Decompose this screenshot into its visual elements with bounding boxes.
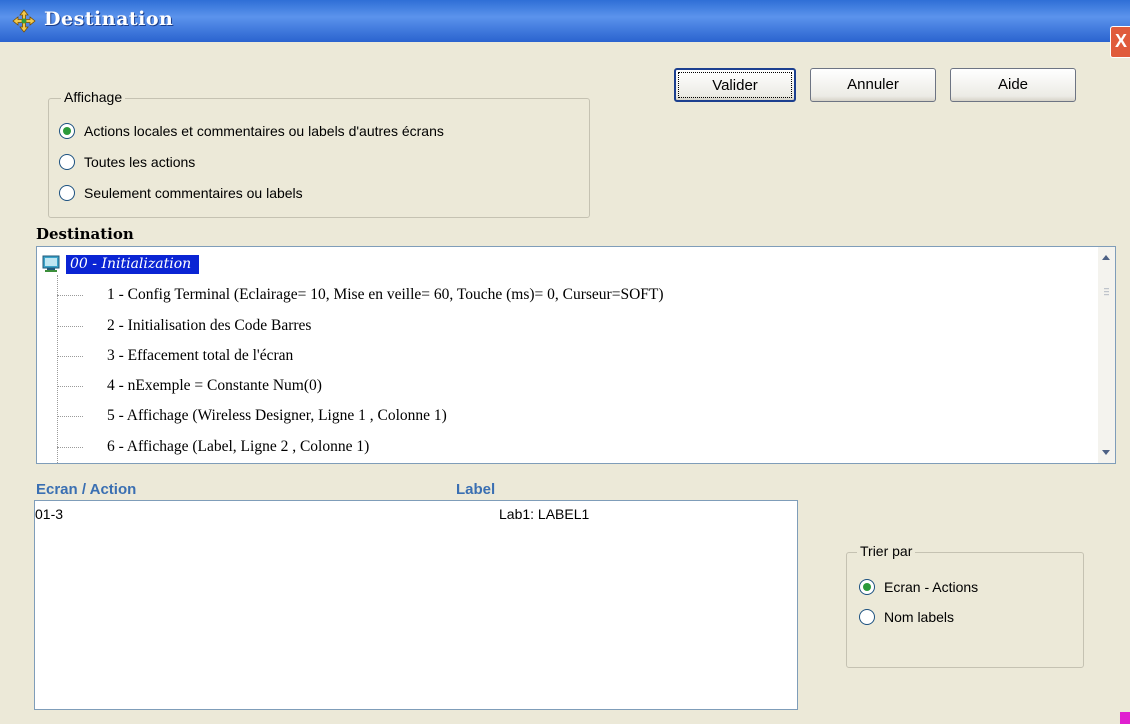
tree-item-label: 5 - Affichage (Wireless Designer, Ligne … bbox=[107, 407, 447, 424]
tree-item[interactable]: 3 - Effacement total de l'écran bbox=[57, 342, 293, 370]
scroll-up-icon[interactable] bbox=[1102, 255, 1110, 260]
tree-branch-line bbox=[57, 385, 83, 387]
tree-branch-line bbox=[57, 294, 83, 296]
scroll-thumb-grip-icon[interactable]: – – – bbox=[1102, 284, 1111, 299]
close-button[interactable]: X bbox=[1110, 26, 1130, 58]
radio-button[interactable] bbox=[859, 579, 875, 595]
tree-root-label[interactable]: 00 - Initialization bbox=[66, 254, 200, 274]
destination-section-title: Destination bbox=[36, 225, 134, 243]
tree-root-node[interactable]: 00 - Initialization bbox=[42, 252, 200, 276]
window-title: Destination bbox=[44, 8, 174, 30]
tree-item[interactable]: 2 - Initialisation des Code Barres bbox=[57, 312, 311, 340]
display-options-group: Affichage Actions locales et commentaire… bbox=[48, 89, 590, 218]
tree-branch-line bbox=[57, 446, 83, 448]
move-arrows-icon bbox=[12, 9, 36, 33]
list-cell-label: Lab1: LABEL1 bbox=[499, 506, 590, 522]
destination-tree[interactable]: 00 - Initialization 1 - Config Terminal … bbox=[36, 246, 1116, 464]
radio-button[interactable] bbox=[59, 123, 75, 139]
display-option-all-actions[interactable]: Toutes les actions bbox=[59, 154, 195, 170]
tree-item[interactable]: 1 - Config Terminal (Eclairage= 10, Mise… bbox=[57, 281, 664, 309]
tree-item-label: 4 - nExemple = Constante Num(0) bbox=[107, 377, 322, 394]
column-header-label[interactable]: Label bbox=[456, 481, 495, 498]
sort-option-label: Nom labels bbox=[884, 609, 955, 625]
tree-branch-line bbox=[57, 325, 83, 327]
radio-button[interactable] bbox=[59, 154, 75, 170]
sort-option-label-names[interactable]: Nom labels bbox=[859, 609, 954, 625]
sort-option-label: Ecran - Actions bbox=[884, 579, 979, 595]
sort-option-screen-actions[interactable]: Ecran - Actions bbox=[859, 579, 978, 595]
column-header-screen-action[interactable]: Ecran / Action bbox=[36, 481, 136, 498]
list-cell-screen-action: 01-3 bbox=[35, 506, 64, 522]
display-options-legend: Affichage bbox=[61, 89, 126, 105]
help-button[interactable]: Aide bbox=[950, 68, 1076, 102]
title-bar: Destination bbox=[0, 0, 1130, 42]
tree-item-label: 2 - Initialisation des Code Barres bbox=[107, 317, 312, 334]
tree-item[interactable]: 6 - Affichage (Label, Ligne 2 , Colonne … bbox=[57, 433, 369, 461]
cancel-button[interactable]: Annuler bbox=[810, 68, 936, 102]
screen-icon bbox=[42, 255, 60, 272]
radio-button[interactable] bbox=[859, 609, 875, 625]
tree-item-label: 6 - Affichage (Label, Ligne 2 , Colonne … bbox=[107, 438, 370, 455]
sort-options-group: Trier par Ecran - Actions Nom labels bbox=[846, 543, 1084, 668]
tree-item-label: 1 - Config Terminal (Eclairage= 10, Mise… bbox=[107, 286, 664, 303]
label-list[interactable]: 01-3 Lab1: LABEL1 bbox=[34, 500, 798, 710]
tree-branch-line bbox=[57, 415, 83, 417]
display-option-label: Actions locales et commentaires ou label… bbox=[84, 123, 444, 139]
scroll-down-icon[interactable] bbox=[1102, 450, 1110, 455]
display-option-local-actions[interactable]: Actions locales et commentaires ou label… bbox=[59, 123, 444, 139]
tree-item-label: 3 - Effacement total de l'écran bbox=[107, 347, 294, 364]
tree-item[interactable]: 5 - Affichage (Wireless Designer, Ligne … bbox=[57, 402, 447, 430]
tree-scrollbar[interactable]: – – – bbox=[1098, 247, 1115, 463]
tree-item[interactable]: 4 - nExemple = Constante Num(0) bbox=[57, 372, 322, 400]
validate-button[interactable]: Valider bbox=[674, 68, 796, 102]
resize-grip-icon[interactable] bbox=[1120, 712, 1130, 724]
display-option-label: Seulement commentaires ou labels bbox=[84, 185, 303, 201]
radio-button[interactable] bbox=[59, 185, 75, 201]
display-option-label: Toutes les actions bbox=[84, 154, 196, 170]
tree-branch-line bbox=[57, 355, 83, 357]
display-option-comments-only[interactable]: Seulement commentaires ou labels bbox=[59, 185, 303, 201]
sort-options-legend: Trier par bbox=[857, 543, 916, 559]
